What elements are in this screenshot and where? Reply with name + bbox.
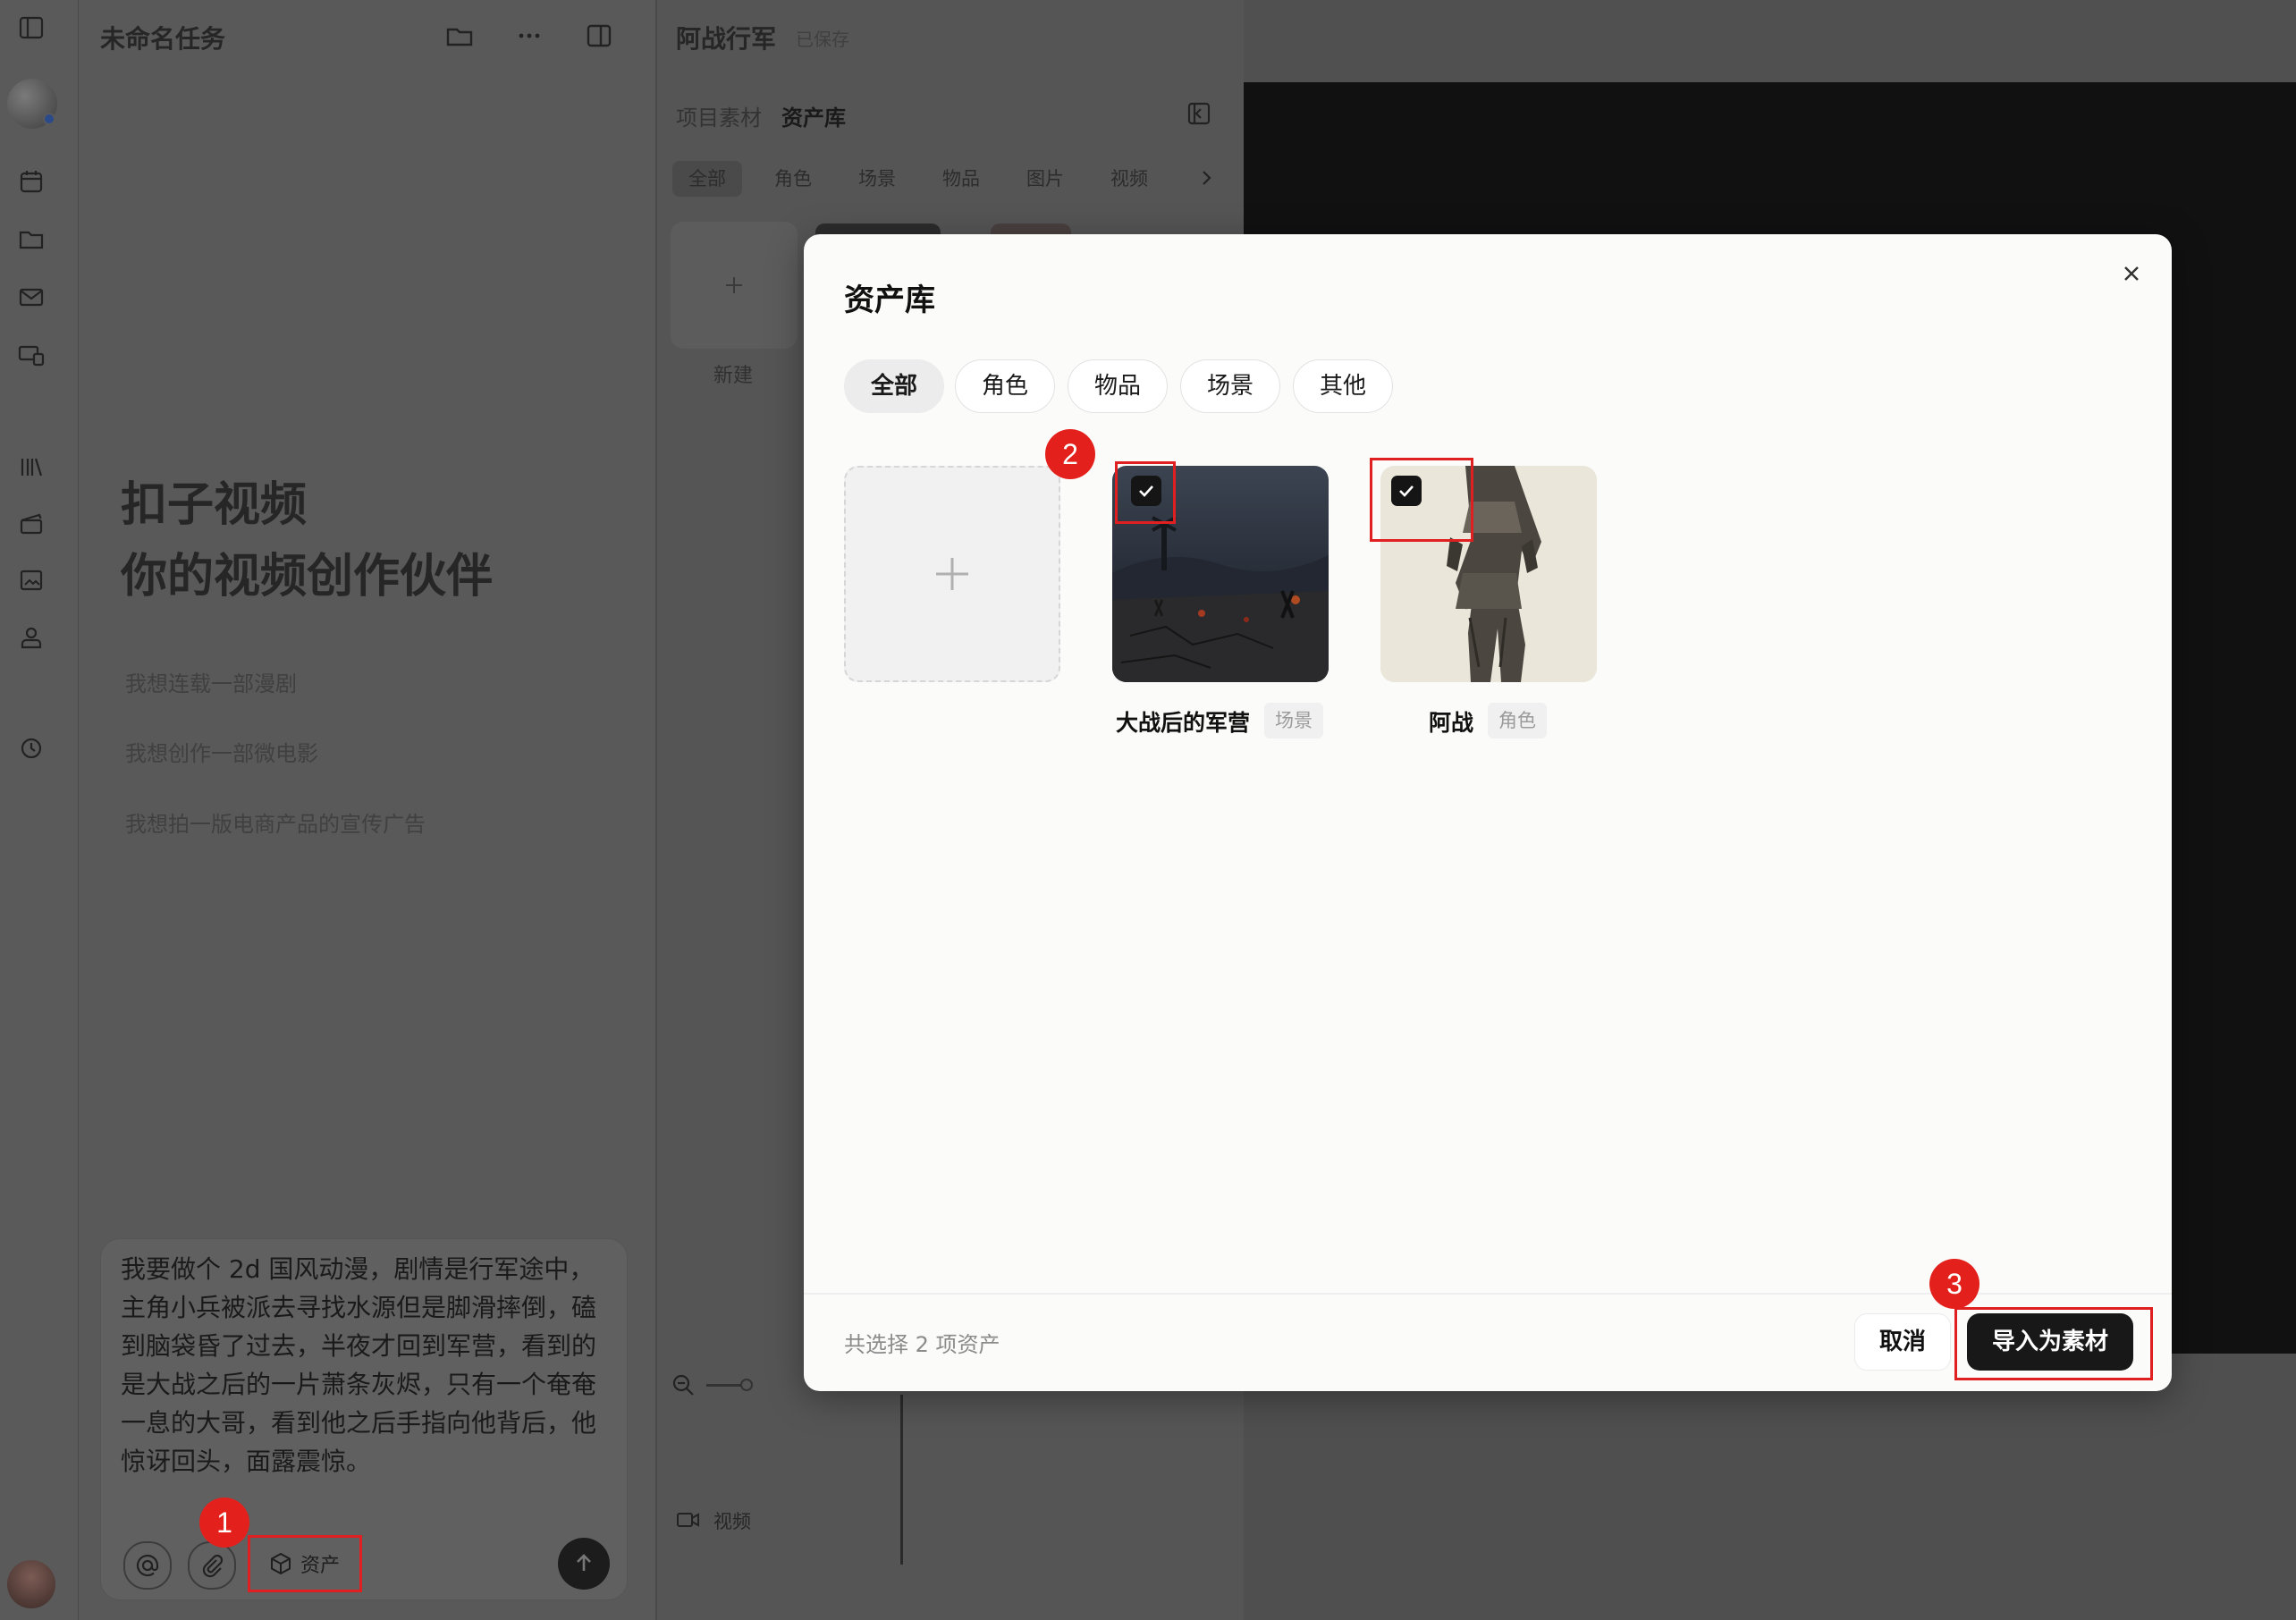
filter-tab[interactable]: 场景 [842,161,912,197]
prompt-textarea[interactable]: 我要做个 2d 国风动漫，剧情是行军途中，主角小兵被派去寻找水源但是脚滑摔倒，磕… [121,1250,604,1481]
video-camera-icon [676,1509,701,1531]
plus-icon [726,277,742,293]
close-icon[interactable] [2117,259,2146,288]
asset-tag: 角色 [1488,703,1547,738]
highlight-box [1370,458,1473,542]
video-track-label: 视频 [713,1511,751,1532]
chevron-right-icon[interactable] [1193,165,1220,191]
plus-icon [936,558,968,590]
hero-line-2: 你的视频创作伙伴 [121,549,494,603]
sidebar-toggle-icon[interactable] [583,20,615,52]
asset-tag: 场景 [1264,703,1323,738]
zoom-slider-handle[interactable] [740,1379,753,1391]
zoom-out-icon[interactable] [671,1372,696,1397]
hero-title: 扣子视频 你的视频创作伙伴 [121,469,493,612]
devices-icon[interactable] [16,340,46,370]
person-stamp-icon[interactable] [16,623,46,654]
chip-character[interactable]: 角色 [955,359,1055,413]
task-title: 未命名任务 [100,24,226,54]
preview-header [1244,0,2296,82]
highlight-box [1115,461,1176,524]
user-avatar[interactable] [7,1560,55,1608]
collapse-panel-icon[interactable] [1184,98,1214,129]
suggestion-item[interactable]: 我想创作一部微电影 [125,736,318,767]
mail-icon[interactable] [16,282,46,312]
attach-button[interactable] [188,1541,236,1590]
history-icon[interactable] [16,733,46,764]
arrow-up-icon [577,1554,591,1571]
avatar[interactable] [7,79,57,129]
expand-sidebar-icon[interactable] [16,13,46,43]
step-badge: 3 [1929,1259,1979,1309]
online-status-dot [43,113,55,125]
calendar-icon[interactable] [16,166,46,197]
send-button[interactable] [558,1538,610,1590]
chip-other[interactable]: 其他 [1293,359,1393,413]
filter-tab[interactable]: 视频 [1094,161,1164,197]
hero-line-1: 扣子视频 [121,477,308,532]
image-icon[interactable] [16,565,46,595]
suggestion-item[interactable]: 我想拍一版电商产品的宣传广告 [125,806,426,838]
filter-tab[interactable]: 图片 [1010,161,1080,197]
timeline-area [1244,1354,2296,1620]
mention-button[interactable] [123,1541,172,1590]
add-asset-tile[interactable] [844,466,1060,682]
nav-rail [0,0,79,1620]
folder-icon[interactable] [16,224,46,254]
cancel-button[interactable]: 取消 [1854,1313,1951,1371]
step-badge: 1 [199,1498,249,1548]
timeline-playhead[interactable] [900,1395,903,1565]
library-icon[interactable] [16,451,46,482]
filter-tab[interactable]: 角色 [758,161,828,197]
step-badge: 2 [1045,429,1095,479]
folder-open-icon[interactable] [443,20,476,52]
filter-tab[interactable]: 全部 [672,161,742,197]
chip-all[interactable]: 全部 [844,359,944,413]
highlight-box [1954,1307,2153,1380]
asset-name: 阿战 [1429,710,1474,736]
chip-scene[interactable]: 场景 [1180,359,1280,413]
new-material-label: 新建 [713,365,754,387]
dialog-title: 资产库 [844,283,935,318]
paperclip-icon [202,1554,224,1578]
tab-project-materials[interactable]: 项目素材 [676,100,762,131]
suggestion-item[interactable]: 我想连载一部漫剧 [125,666,297,697]
project-title: 阿战行军 [676,24,777,54]
selection-summary: 共选择 2 项资产 [844,1332,1000,1357]
filter-tab[interactable]: 物品 [926,161,996,197]
new-material-tile[interactable] [671,222,798,349]
clapper-icon[interactable] [16,508,46,538]
chip-item[interactable]: 物品 [1068,359,1168,413]
tab-asset-library[interactable]: 资产库 [781,100,846,131]
highlight-box [248,1535,362,1592]
asset-name: 大战后的军营 [1116,710,1251,736]
save-status: 已保存 [796,29,849,50]
more-icon[interactable] [513,20,545,52]
